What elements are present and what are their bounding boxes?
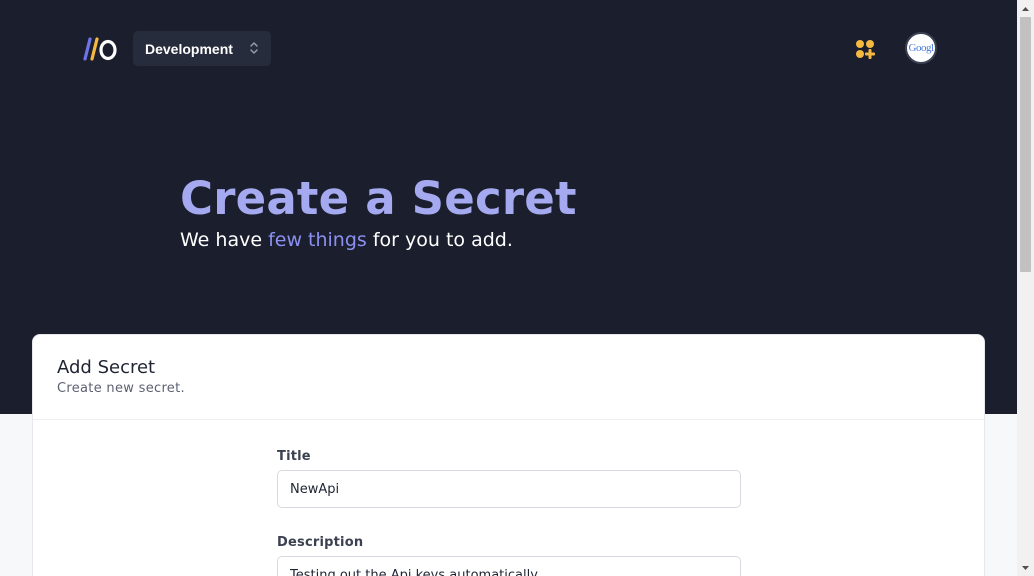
scroll-up-arrow-icon[interactable] <box>1017 0 1034 17</box>
description-input[interactable] <box>277 556 741 576</box>
title-field: Title <box>277 445 741 508</box>
logo-icon[interactable] <box>80 36 120 62</box>
title-label: Title <box>277 449 311 464</box>
add-secret-card: Add Secret Create new secret. Title Desc… <box>32 334 985 576</box>
description-label: Description <box>277 535 364 550</box>
subtitle-highlight: few things <box>268 229 367 251</box>
page-title: Create a Secret <box>180 172 577 225</box>
page: Development Googl Create a Secret We hav… <box>0 0 1017 576</box>
subtitle-after: for you to add. <box>366 229 513 251</box>
scroll-down-arrow-icon[interactable] <box>1017 559 1034 576</box>
apps-plus-icon[interactable] <box>854 38 876 60</box>
card-title: Add Secret <box>57 357 156 378</box>
environment-select[interactable]: Development <box>133 31 271 66</box>
avatar-text: Googl <box>908 42 935 54</box>
chevron-up-down-icon <box>250 42 258 54</box>
card-description: Create new secret. <box>57 381 185 396</box>
page-subtitle: We have few things for you to add. <box>180 229 513 251</box>
scrollbar-thumb[interactable] <box>1020 17 1031 272</box>
google-avatar-icon[interactable]: Googl <box>905 32 937 64</box>
description-field: Description <box>277 531 741 576</box>
environment-label: Development <box>145 40 233 57</box>
title-input[interactable] <box>277 470 741 508</box>
card-header: Add Secret Create new secret. <box>33 335 984 420</box>
subtitle-before: We have <box>180 229 269 251</box>
vertical-scrollbar[interactable] <box>1017 0 1034 576</box>
